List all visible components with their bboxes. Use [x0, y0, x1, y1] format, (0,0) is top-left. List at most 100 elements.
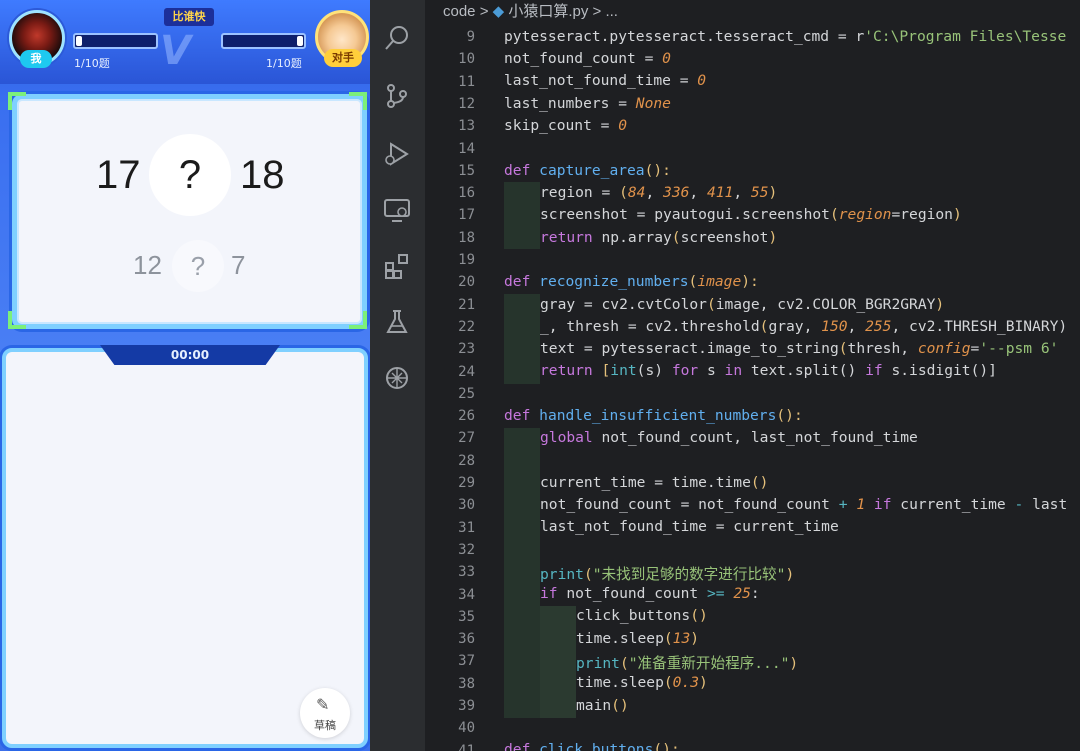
- line-number: 25: [458, 385, 475, 402]
- code-line-16: region = (84, 336, 411, 55): [540, 184, 778, 201]
- line-number: 15: [458, 162, 475, 179]
- card-corner: [349, 311, 367, 329]
- code-line-24: return [int(s) for s in text.split() if …: [540, 362, 997, 379]
- code-line-37: print("准备重新开始程序..."): [576, 655, 799, 672]
- draft-label: 草稿: [314, 719, 336, 732]
- line-number: 36: [458, 631, 475, 648]
- line-number: 26: [458, 408, 475, 425]
- code-line-9: pytesseract.pytesseract.tesseract_cmd = …: [504, 28, 1067, 45]
- code-line-34: if not_found_count >= 25:: [540, 585, 760, 602]
- card-corner: [8, 92, 26, 110]
- activity-bar: [370, 0, 425, 751]
- line-number: 28: [458, 452, 475, 469]
- next-right-number: 7: [231, 250, 246, 280]
- line-number: 41: [458, 742, 475, 751]
- my-progress-fill: [76, 36, 82, 46]
- opponent-tag: 对手: [324, 49, 362, 67]
- line-number: 24: [458, 363, 475, 380]
- breadcrumb-folder[interactable]: code: [443, 3, 476, 20]
- remote-explorer-icon[interactable]: [382, 196, 412, 226]
- current-right-number: 18: [240, 153, 285, 197]
- current-answer-slot[interactable]: ?: [149, 134, 231, 216]
- line-number: 29: [458, 475, 475, 491]
- current-left-number: 17: [96, 153, 141, 197]
- line-number: 33: [458, 564, 475, 581]
- indent-guide: [540, 606, 576, 718]
- next-answer-slot: ?: [172, 240, 224, 292]
- breadcrumb-file[interactable]: 小猿口算.py: [508, 3, 588, 20]
- card-corner: [8, 311, 26, 329]
- indent-guide: [504, 294, 540, 384]
- indent-guide: [504, 182, 540, 249]
- vs-logo: V: [160, 28, 191, 74]
- line-number: 37: [458, 653, 475, 670]
- my-progress-bar: [73, 33, 158, 49]
- code-line-15: def capture_area():: [504, 162, 671, 179]
- code-line-21: gray = cv2.cvtColor(image, cv2.COLOR_BGR…: [540, 296, 945, 313]
- python-file-icon: ◆: [492, 3, 505, 20]
- line-number: 35: [458, 608, 475, 625]
- line-number: 34: [458, 586, 475, 603]
- code-line-17: screenshot = pyautogui.screenshot(region…: [540, 206, 962, 223]
- ai-assistant-icon[interactable]: [382, 364, 412, 394]
- line-number: 9: [466, 29, 475, 45]
- source-control-icon[interactable]: [382, 82, 412, 112]
- line-number: 23: [458, 341, 475, 358]
- card-corner: [349, 92, 367, 110]
- code-line-22: _, thresh = cv2.threshold(gray, 150, 255…: [540, 318, 1068, 335]
- code-line-13: skip_count = 0: [504, 117, 628, 134]
- answer-draw-area[interactable]: [2, 348, 368, 748]
- code-line-18: return np.array(screenshot): [540, 229, 778, 246]
- line-number: 21: [458, 296, 475, 313]
- line-number: 32: [458, 541, 475, 558]
- extensions-icon[interactable]: [382, 252, 412, 282]
- code-line-38: time.sleep(0.3): [576, 674, 708, 691]
- line-number: 38: [458, 675, 475, 692]
- line-number: 18: [458, 229, 475, 246]
- code-line-41: def click_buttons():: [504, 741, 680, 751]
- line-number: 30: [458, 497, 475, 514]
- line-number: 27: [458, 430, 475, 447]
- code-line-27: global not_found_count, last_not_found_t…: [540, 429, 918, 446]
- line-number: 14: [458, 140, 475, 157]
- line-number: 22: [458, 318, 475, 335]
- run-debug-icon[interactable]: [382, 140, 412, 170]
- line-number: 13: [458, 118, 475, 135]
- code-line-33: print("未找到足够的数字进行比较"): [540, 566, 795, 583]
- timer: 00:00: [170, 348, 210, 362]
- opponent-progress-bar: [221, 33, 306, 49]
- code-line-39: main(): [576, 697, 629, 714]
- code-line-30: not_found_count = not_found_count + 1 if…: [540, 496, 1068, 513]
- line-number: 20: [458, 274, 475, 291]
- breadcrumb-more[interactable]: > ...: [593, 3, 618, 20]
- code-line-23: text = pytesseract.image_to_string(thres…: [540, 340, 1059, 357]
- line-number: 40: [458, 720, 475, 737]
- mode-title: 比谁快: [164, 8, 214, 26]
- line-number: 16: [458, 185, 475, 202]
- opponent-progress-fill: [297, 36, 303, 46]
- code-line-29: current_time = time.time(): [540, 474, 769, 491]
- breadcrumb-separator: >: [479, 3, 489, 20]
- line-number: 11: [458, 73, 475, 90]
- code-line-20: def recognize_numbers(image):: [504, 273, 759, 290]
- code-line-31: last_not_found_time = current_time: [540, 518, 839, 535]
- code-line-35: click_buttons(): [576, 607, 708, 624]
- indent-guide: [504, 428, 540, 718]
- pencil-icon: ✎: [316, 695, 330, 714]
- opponent-progress-text: 1/10题: [266, 57, 302, 70]
- line-number: 10: [458, 51, 475, 68]
- line-number: 39: [458, 698, 475, 714]
- testing-icon[interactable]: [382, 308, 412, 338]
- code-line-11: last_not_found_time = 0: [504, 72, 707, 89]
- code-line-26: def handle_insufficient_numbers():: [504, 407, 803, 424]
- code-line-10: not_found_count = 0: [504, 50, 671, 67]
- my-progress-text: 1/10题: [74, 57, 110, 70]
- line-number: 31: [458, 519, 475, 536]
- next-left-number: 12: [133, 250, 162, 280]
- me-tag: 我: [20, 50, 52, 68]
- search-icon[interactable]: [382, 24, 412, 54]
- breadcrumb: code > ◆ 小猿口算.py > ...: [443, 0, 618, 24]
- code-line-12: last_numbers = None: [504, 95, 671, 112]
- code-line-36: time.sleep(13): [576, 630, 700, 647]
- line-number: 12: [458, 95, 475, 112]
